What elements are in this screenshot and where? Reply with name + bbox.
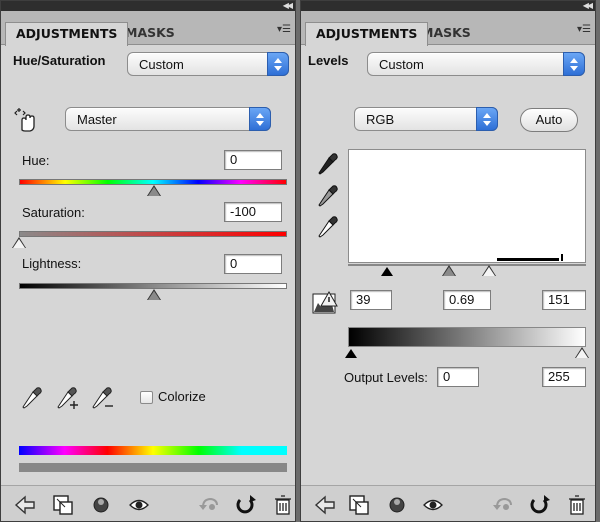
- saturation-input[interactable]: -100: [224, 202, 282, 222]
- saturation-label: Saturation:: [22, 205, 85, 220]
- input-white-field[interactable]: 151: [542, 290, 586, 310]
- output-black-thumb[interactable]: [345, 349, 357, 358]
- clip-to-layer-icon[interactable]: [385, 493, 409, 517]
- histogram-graph: [497, 254, 563, 261]
- input-black-thumb[interactable]: [381, 267, 393, 276]
- tab-adjustments[interactable]: ADJUSTMENTS: [305, 22, 429, 46]
- hue-slider-thumb-fill: [148, 187, 160, 196]
- hue-label: Hue:: [22, 153, 50, 168]
- select-arrows-icon: [563, 52, 585, 76]
- levels-panel: ◀◀ ADJUSTMENTS MASKS ▾☰ Levels Custom RG…: [300, 0, 596, 522]
- channel-select-value: RGB: [366, 112, 395, 127]
- clip-to-layer-icon[interactable]: [89, 493, 113, 517]
- channel-select[interactable]: Master: [65, 107, 271, 131]
- select-arrows-icon: [476, 107, 498, 131]
- panel-footer: [1, 485, 295, 521]
- trash-icon[interactable]: [271, 493, 295, 517]
- channel-select-value: Master: [77, 112, 117, 127]
- targeted-adjustment-hand-icon[interactable]: [14, 107, 40, 133]
- previous-state-icon[interactable]: [197, 493, 221, 517]
- eye-icon[interactable]: [421, 493, 445, 517]
- expanded-view-icon[interactable]: [347, 493, 371, 517]
- colorize-label: Colorize: [158, 389, 206, 404]
- preset-select-value: Custom: [379, 57, 424, 72]
- channel-select[interactable]: RGB: [354, 107, 498, 131]
- panel-menu-icon[interactable]: ▾☰: [577, 24, 591, 35]
- output-black-field[interactable]: 0: [437, 367, 479, 387]
- auto-button[interactable]: Auto: [520, 108, 578, 132]
- hue-saturation-panel: ◀◀ ADJUSTMENTS MASKS ▾☰ Hue/Saturation C…: [0, 0, 296, 522]
- panel-titlebar: ◀◀: [1, 1, 295, 11]
- saturation-slider-thumb-fill: [13, 239, 25, 248]
- expanded-view-icon[interactable]: [51, 493, 75, 517]
- output-white-thumb-fill: [576, 349, 588, 358]
- panel-footer: [301, 485, 595, 521]
- output-gradient: [348, 327, 586, 347]
- add-to-sample-eyedropper-icon[interactable]: [56, 386, 80, 410]
- lightness-slider-thumb-fill: [148, 291, 160, 300]
- select-arrows-icon: [267, 52, 289, 76]
- eye-icon[interactable]: [127, 493, 151, 517]
- output-levels-label: Output Levels:: [344, 370, 428, 385]
- gray-point-eyedropper-icon[interactable]: [317, 184, 339, 208]
- calculate-histogram-warning-icon[interactable]: [312, 291, 338, 315]
- hue-input[interactable]: 0: [224, 150, 282, 170]
- input-slider-track[interactable]: [348, 264, 586, 266]
- collapse-icon[interactable]: ◀◀: [583, 1, 593, 11]
- back-arrow-icon[interactable]: [313, 493, 337, 517]
- back-arrow-icon[interactable]: [13, 493, 37, 517]
- eyedropper-icon[interactable]: [21, 386, 43, 410]
- input-color-bar: [19, 446, 287, 455]
- lightness-label: Lightness:: [22, 256, 82, 271]
- panel-tabstrip: ADJUSTMENTS MASKS ▾☰: [1, 11, 295, 46]
- preset-select[interactable]: Custom: [367, 52, 585, 76]
- output-color-bar: [19, 463, 287, 472]
- input-white-thumb-fill: [483, 267, 495, 276]
- collapse-icon[interactable]: ◀◀: [283, 1, 293, 11]
- saturation-slider-track[interactable]: [19, 231, 287, 237]
- adjustment-title: Hue/Saturation: [13, 53, 106, 68]
- preset-select-value: Custom: [139, 57, 184, 72]
- trash-icon[interactable]: [565, 493, 589, 517]
- input-gamma-thumb-fill: [443, 267, 455, 276]
- panel-tabstrip: ADJUSTMENTS MASKS ▾☰: [301, 11, 595, 46]
- subtract-from-sample-eyedropper-icon[interactable]: [91, 386, 115, 410]
- panel-menu-icon[interactable]: ▾☰: [277, 24, 291, 35]
- reset-icon[interactable]: [527, 493, 551, 517]
- colorize-checkbox[interactable]: [140, 391, 153, 404]
- black-point-eyedropper-icon[interactable]: [317, 152, 339, 176]
- input-gamma-field[interactable]: 0.69: [443, 290, 491, 310]
- output-white-field[interactable]: 255: [542, 367, 586, 387]
- select-arrows-icon: [249, 107, 271, 131]
- adjustment-title: Levels: [308, 53, 349, 68]
- panel-titlebar: ◀◀: [301, 1, 595, 11]
- levels-histogram: [348, 149, 586, 263]
- tab-adjustments[interactable]: ADJUSTMENTS: [5, 22, 129, 46]
- preset-select[interactable]: Custom: [127, 52, 289, 76]
- white-point-eyedropper-icon[interactable]: [317, 215, 339, 239]
- reset-icon[interactable]: [233, 493, 257, 517]
- lightness-input[interactable]: 0: [224, 254, 282, 274]
- input-black-field[interactable]: 39: [350, 290, 392, 310]
- previous-state-icon[interactable]: [491, 493, 515, 517]
